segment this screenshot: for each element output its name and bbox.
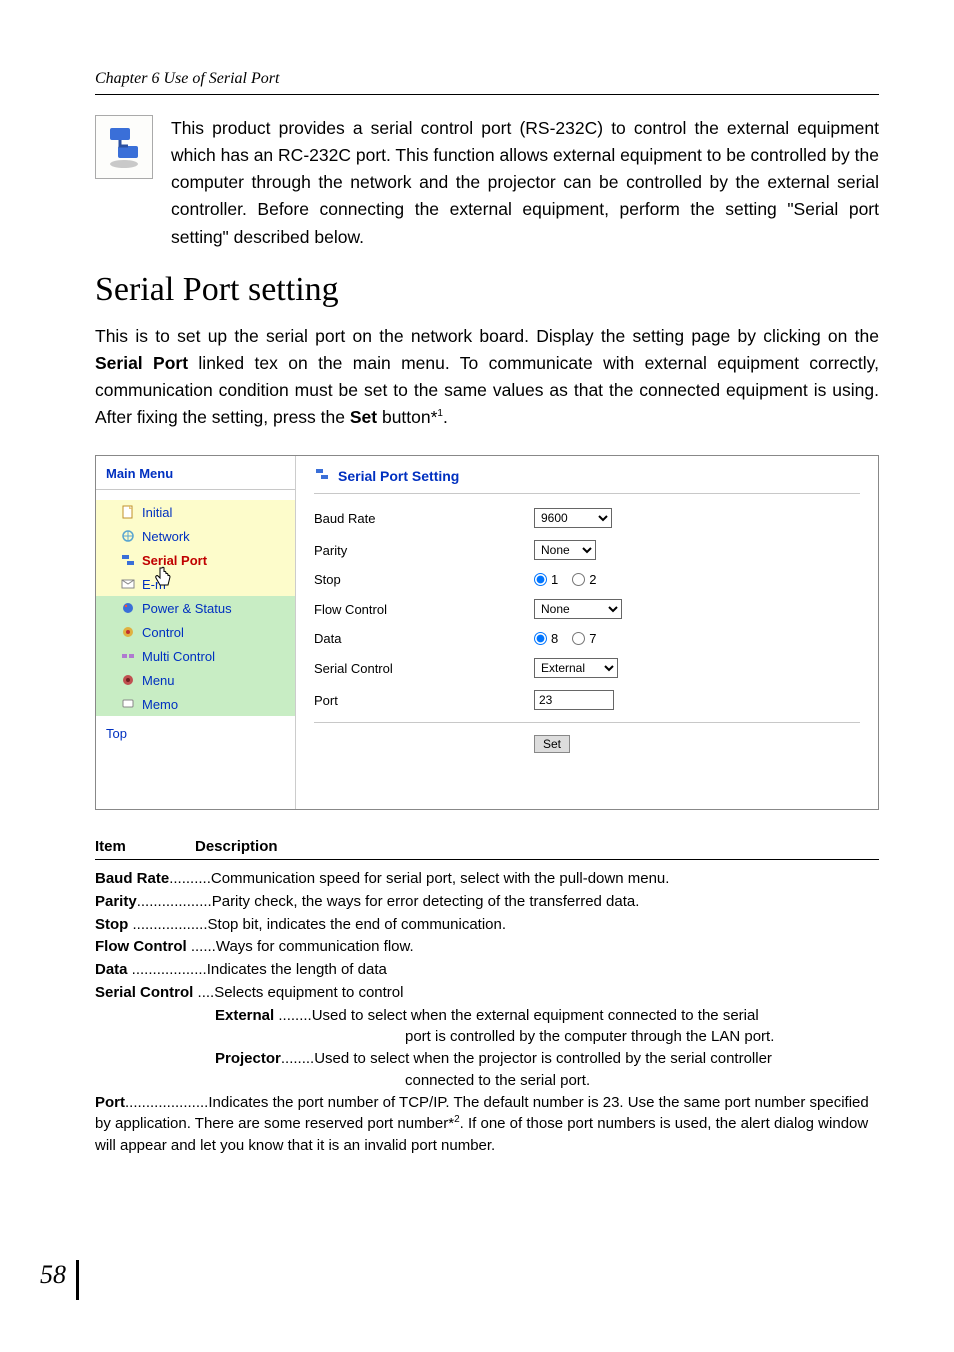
page-number: 58: [40, 1260, 79, 1300]
section-title: Serial Port setting: [95, 271, 879, 309]
sidebar-label-power: Power & Status: [142, 601, 232, 616]
desc-sub-projector: Projector........Used to select when the…: [95, 1048, 879, 1092]
desc-row-stop: Stop ..................Stop bit, indicat…: [95, 914, 879, 936]
ui-main: Serial Port Setting Baud Rate 9600 Parit…: [296, 456, 878, 809]
sidebar-item-memo[interactable]: Memo: [96, 692, 295, 716]
desc-row-port: Port....................Indicates the po…: [95, 1092, 879, 1157]
sidebar-item-power[interactable]: Power & Status: [96, 596, 295, 620]
sidebar-item-email[interactable]: E-m: [96, 572, 295, 596]
section-lead: This is to set up the serial port on the…: [95, 323, 879, 432]
desc-row-baud: Baud Rate..........Communication speed f…: [95, 868, 879, 890]
cursor-hand-icon: [152, 566, 174, 593]
serial-icon: [314, 466, 330, 485]
sidebar-label-menu: Menu: [142, 673, 175, 688]
lead-end: .: [443, 407, 448, 427]
main-panel-title: Serial Port Setting: [314, 466, 860, 494]
desc-row-serialctl: Serial Control ....Selects equipment to …: [95, 982, 879, 1004]
ui-screenshot-panel: Main Menu Initial Network Serial Port E-…: [95, 455, 879, 810]
data-opt2-label: 7: [589, 631, 596, 646]
set-button[interactable]: Set: [534, 735, 570, 753]
desc-row-parity: Parity..................Parity check, th…: [95, 891, 879, 913]
data-radio-8[interactable]: 8: [534, 631, 558, 646]
lead-post: button*: [377, 407, 437, 427]
parity-label: Parity: [314, 543, 534, 558]
ui-sidebar: Main Menu Initial Network Serial Port E-…: [96, 456, 296, 809]
serialctl-label: Serial Control: [314, 661, 534, 676]
sidebar-label-top: Top: [106, 726, 127, 741]
sidebar-label-initial: Initial: [142, 505, 172, 520]
desc-col-desc: Description: [195, 838, 278, 855]
desc-sub-external: External ........Used to select when the…: [95, 1005, 879, 1049]
data-radio-7[interactable]: 7: [572, 631, 596, 646]
lead-bold-set: Set: [350, 407, 377, 427]
desc-col-item: Item: [95, 838, 195, 855]
sidebar-item-control[interactable]: Control: [96, 620, 295, 644]
page-icon: [120, 504, 136, 520]
lead-bold-serialport: Serial Port: [95, 353, 188, 373]
email-icon: [120, 576, 136, 592]
data-radio-7-input[interactable]: [572, 632, 585, 645]
intro-paragraph: This product provides a serial control p…: [171, 115, 879, 251]
lead-pre: This is to set up the serial port on the…: [95, 326, 879, 346]
port-input[interactable]: [534, 690, 614, 710]
menu-icon: [120, 672, 136, 688]
lead-mid: linked tex on the main menu. To communic…: [95, 353, 879, 427]
sidebar-item-multicontrol[interactable]: Multi Control: [96, 644, 295, 668]
stop-opt1-label: 1: [551, 572, 558, 587]
parity-select[interactable]: None: [534, 540, 596, 560]
control-icon: [120, 624, 136, 640]
serial-icon: [120, 552, 136, 568]
stop-radio-2[interactable]: 2: [572, 572, 596, 587]
memo-icon: [120, 696, 136, 712]
chapter-header: Chapter 6 Use of Serial Port: [95, 70, 879, 95]
sidebar-label-control: Control: [142, 625, 184, 640]
data-radio-8-input[interactable]: [534, 632, 547, 645]
power-icon: [120, 600, 136, 616]
serialctl-select[interactable]: External: [534, 658, 618, 678]
stop-radio-1-input[interactable]: [534, 573, 547, 586]
data-opt1-label: 8: [551, 631, 558, 646]
desc-block: Baud Rate..........Communication speed f…: [95, 868, 879, 1157]
main-title-text: Serial Port Setting: [338, 468, 459, 484]
desc-header: Item Description: [95, 838, 879, 860]
sidebar-item-menu[interactable]: Menu: [96, 668, 295, 692]
stop-radio-2-input[interactable]: [572, 573, 585, 586]
sidebar-item-network[interactable]: Network: [96, 524, 295, 548]
serial-port-icon: [95, 115, 153, 179]
sidebar-title: Main Menu: [96, 456, 295, 490]
sidebar-item-serialport[interactable]: Serial Port: [96, 548, 295, 572]
stop-opt2-label: 2: [589, 572, 596, 587]
multicontrol-icon: [120, 648, 136, 664]
network-icon: [120, 528, 136, 544]
desc-row-flow: Flow Control ......Ways for communicatio…: [95, 936, 879, 958]
sidebar-label-multicontrol: Multi Control: [142, 649, 215, 664]
stop-label: Stop: [314, 572, 534, 587]
sidebar-item-initial[interactable]: Initial: [96, 500, 295, 524]
port-label: Port: [314, 693, 534, 708]
flow-select[interactable]: None: [534, 599, 622, 619]
baud-label: Baud Rate: [314, 511, 534, 526]
stop-radio-1[interactable]: 1: [534, 572, 558, 587]
sidebar-label-network: Network: [142, 529, 190, 544]
sidebar-label-memo: Memo: [142, 697, 178, 712]
flow-label: Flow Control: [314, 602, 534, 617]
sidebar-item-top[interactable]: Top: [96, 716, 295, 745]
data-label: Data: [314, 631, 534, 646]
baud-select[interactable]: 9600: [534, 508, 612, 528]
desc-row-data: Data ..................Indicates the len…: [95, 959, 879, 981]
divider: [314, 722, 860, 723]
